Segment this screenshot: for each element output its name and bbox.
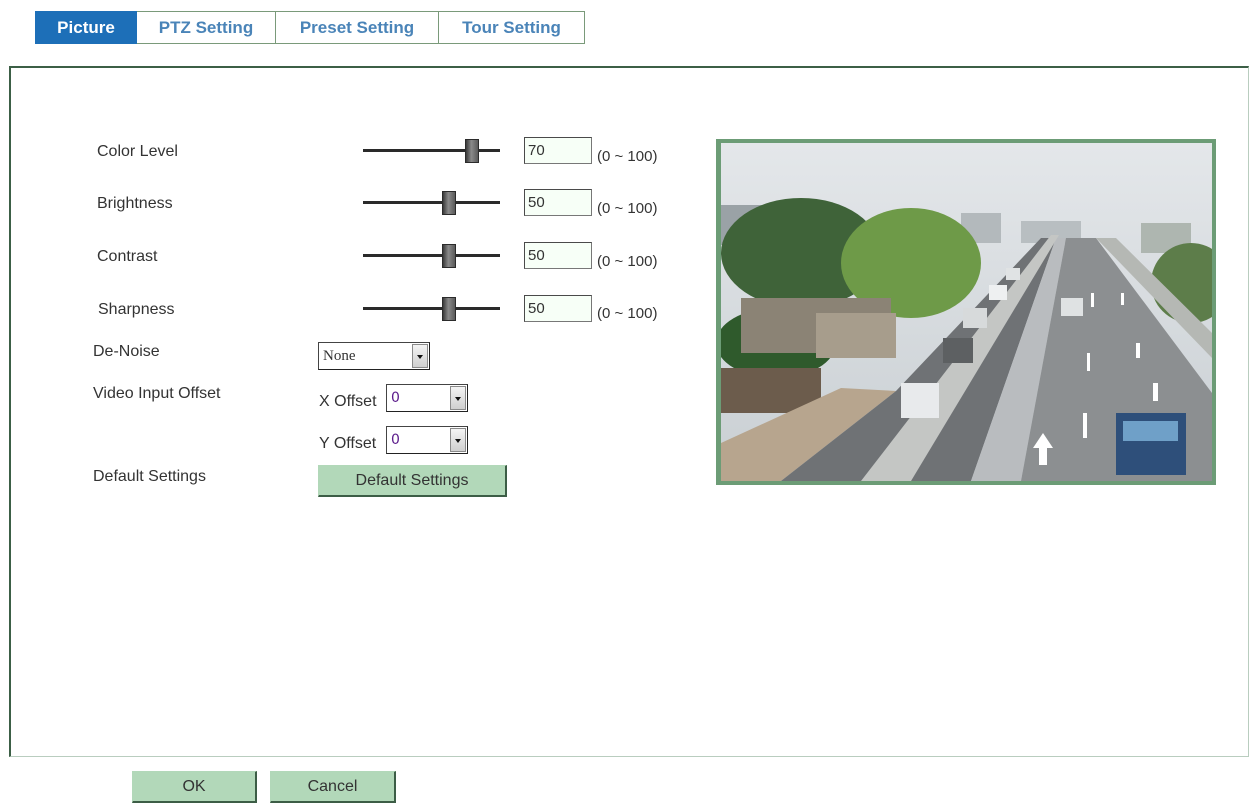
contrast-range: (0 ~ 100)	[597, 253, 658, 270]
y-offset-selected-value: 0	[391, 432, 400, 448]
ok-button[interactable]: OK	[132, 771, 257, 803]
slider-thumb[interactable]	[442, 297, 456, 321]
tab-bar: Picture PTZ Setting Preset Setting Tour …	[35, 11, 585, 44]
x-offset-select[interactable]: 0	[386, 384, 468, 412]
cancel-button[interactable]: Cancel	[270, 771, 396, 803]
color-level-input[interactable]	[524, 137, 592, 164]
default-settings-button[interactable]: Default Settings	[318, 465, 507, 497]
slider-track	[363, 201, 500, 204]
x-offset-label: X Offset	[319, 393, 377, 410]
color-level-range: (0 ~ 100)	[597, 148, 658, 165]
contrast-label: Contrast	[97, 248, 158, 265]
sharpness-input[interactable]	[524, 295, 592, 322]
contrast-slider[interactable]	[363, 244, 500, 268]
slider-track	[363, 307, 500, 310]
slider-thumb[interactable]	[442, 244, 456, 268]
sharpness-slider[interactable]	[363, 297, 500, 321]
denoise-selected-value: None	[323, 347, 356, 364]
tab-picture[interactable]: Picture	[35, 11, 137, 44]
tab-ptz-setting[interactable]: PTZ Setting	[137, 11, 276, 44]
denoise-label: De-Noise	[93, 343, 160, 360]
y-offset-label: Y Offset	[319, 435, 377, 452]
slider-thumb[interactable]	[465, 139, 479, 163]
video-input-offset-label: Video Input Offset	[93, 385, 221, 402]
camera-preview	[716, 139, 1216, 485]
y-offset-select[interactable]: 0	[386, 426, 468, 454]
brightness-input[interactable]	[524, 189, 592, 216]
denoise-select[interactable]: None	[318, 342, 430, 370]
brightness-label: Brightness	[97, 195, 173, 212]
slider-track	[363, 254, 500, 257]
chevron-down-icon[interactable]	[450, 428, 466, 452]
tab-preset-setting[interactable]: Preset Setting	[276, 11, 439, 44]
chevron-down-icon[interactable]	[450, 386, 466, 410]
slider-track	[363, 149, 500, 152]
tab-tour-setting[interactable]: Tour Setting	[439, 11, 585, 44]
chevron-down-icon[interactable]	[412, 344, 428, 368]
slider-thumb[interactable]	[442, 191, 456, 215]
sharpness-label: Sharpness	[98, 301, 175, 318]
x-offset-selected-value: 0	[391, 390, 400, 406]
brightness-slider[interactable]	[363, 191, 500, 215]
color-level-label: Color Level	[97, 143, 178, 160]
brightness-range: (0 ~ 100)	[597, 200, 658, 217]
color-level-slider[interactable]	[363, 139, 500, 163]
camera-preview-image	[721, 143, 1212, 481]
sharpness-range: (0 ~ 100)	[597, 305, 658, 322]
default-settings-label: Default Settings	[93, 468, 206, 485]
contrast-input[interactable]	[524, 242, 592, 269]
